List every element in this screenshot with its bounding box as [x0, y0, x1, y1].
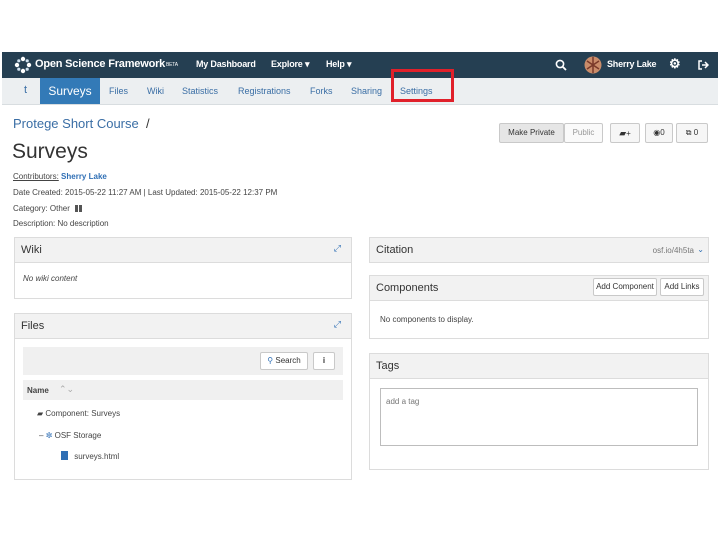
list-item[interactable]: – ✼ OSF Storage [39, 431, 101, 440]
osf-logo-icon[interactable] [14, 56, 32, 74]
citation-panel-header: Citation osf.io/4h5ta ⌄ [370, 238, 708, 262]
files-panel: Files ⤢ ⚲ Search i Name ⌃⌄ ▰ Component: … [14, 313, 352, 480]
brand-name[interactable]: Open Science Framework [35, 58, 165, 70]
tab-registrations[interactable]: Registrations [238, 86, 291, 96]
share-icon: ⧉ [685, 128, 692, 137]
explore-menu[interactable]: Explore ▾ [271, 59, 309, 70]
category-label: Category: Other [13, 204, 70, 213]
tag-input[interactable]: add a tag [380, 388, 698, 446]
search-icon: ⚲ [267, 356, 274, 365]
page-title: Surveys [12, 140, 88, 163]
components-panel-header: Components Add Component Add Links [370, 276, 708, 301]
parent-project-title: Protege Short Course [13, 116, 139, 131]
wiki-content: No wiki content [23, 274, 78, 283]
citation-panel[interactable]: Citation osf.io/4h5ta ⌄ [369, 237, 709, 263]
collapse-icon[interactable]: – [39, 431, 43, 440]
project-home-link[interactable]: t [24, 84, 27, 96]
column-name[interactable]: Name [27, 386, 49, 395]
description-line: Description: No description [13, 219, 109, 228]
chevron-down-icon[interactable]: ⌄ [697, 245, 704, 254]
wiki-panel: Wiki ⤢ No wiki content [14, 237, 352, 299]
components-empty-text: No components to display. [380, 315, 474, 324]
files-toolbar: ⚲ Search i [23, 347, 343, 375]
tab-files[interactable]: Files [109, 86, 128, 96]
tab-forks[interactable]: Forks [310, 86, 333, 96]
watch-count: 0 [660, 128, 665, 137]
public-button[interactable]: Public [564, 123, 603, 143]
tab-surveys[interactable]: Surveys [40, 78, 100, 104]
caret-down-icon: ▾ [304, 59, 310, 69]
contributor-link[interactable]: Sherry Lake [61, 172, 107, 181]
my-dashboard-link[interactable]: My Dashboard [196, 59, 256, 69]
category-icon [75, 205, 83, 212]
citation-panel-title: Citation [376, 244, 414, 256]
contributors-label: Contributors: [13, 172, 59, 181]
make-private-button[interactable]: Make Private [499, 123, 564, 143]
project-subnav: t Surveys Files Wiki Statistics Registra… [2, 78, 718, 105]
components-panel-title: Components [376, 282, 439, 294]
user-name-link[interactable]: Sherry Lake [607, 59, 657, 69]
dates-line: Date Created: 2015-05-22 11:27 AM | Last… [13, 188, 278, 197]
duplicate-button[interactable]: ⧉ 0 [676, 123, 708, 143]
file-row-label: surveys.html [74, 452, 120, 461]
category-line: Category: Other [13, 204, 83, 213]
wiki-panel-header: Wiki ⤢ [15, 238, 351, 263]
search-icon[interactable] [555, 59, 567, 71]
files-panel-title: Files [21, 320, 45, 332]
tag-input-placeholder: add a tag [386, 397, 420, 406]
component-row-label: Component: Surveys [45, 409, 121, 418]
tags-panel-title: Tags [376, 360, 400, 372]
contributors-line: Contributors: Sherry Lake [13, 172, 107, 181]
folder-icon: ▰ [37, 409, 44, 418]
tags-panel: Tags add a tag [369, 353, 709, 470]
help-label: Help [326, 59, 345, 69]
components-panel: Components Add Component Add Links No co… [369, 275, 709, 339]
search-button[interactable]: ⚲ Search [260, 352, 308, 370]
fork-button[interactable]: ▰+ [610, 123, 640, 143]
logout-icon[interactable] [698, 60, 709, 70]
tags-panel-header: Tags [370, 354, 708, 379]
tab-statistics[interactable]: Statistics [182, 86, 218, 96]
settings-highlight-box [391, 69, 454, 102]
add-links-button[interactable]: Add Links [660, 278, 704, 296]
tab-sharing[interactable]: Sharing [351, 86, 382, 96]
caret-down-icon: ▾ [347, 59, 352, 69]
wiki-panel-title: Wiki [21, 244, 42, 256]
avatar[interactable] [584, 56, 602, 74]
expand-icon[interactable]: ⤢ [334, 243, 341, 254]
list-item[interactable]: ▰ Component: Surveys [37, 409, 120, 418]
citation-url: osf.io/4h5ta [652, 246, 694, 255]
expand-icon[interactable]: ⤢ [334, 319, 341, 330]
watch-button[interactable]: ◉0 [645, 123, 673, 143]
tab-wiki[interactable]: Wiki [147, 86, 164, 96]
beta-badge: BETA [166, 62, 178, 68]
list-item[interactable]: surveys.html [61, 451, 119, 461]
top-navbar: Open Science Framework BETA My Dashboard… [2, 52, 718, 78]
gear-icon[interactable]: ⚙ [669, 56, 681, 72]
file-icon [61, 451, 68, 460]
duplicate-count: 0 [693, 128, 699, 137]
osf-storage-icon: ✼ [45, 431, 53, 440]
info-button[interactable]: i [313, 352, 335, 370]
storage-row-label: OSF Storage [54, 431, 102, 440]
breadcrumb-separator: / [146, 116, 150, 131]
add-component-button[interactable]: Add Component [593, 278, 657, 296]
files-panel-header: Files ⤢ [15, 314, 351, 339]
search-label: Search [275, 356, 301, 365]
parent-project-link[interactable]: Protege Short Course [13, 116, 139, 131]
fork-plus: + [626, 129, 631, 138]
file-column-header: Name ⌃⌄ [23, 380, 343, 400]
help-menu[interactable]: Help ▾ [326, 59, 352, 70]
explore-label: Explore [271, 59, 303, 69]
sort-icon[interactable]: ⌃⌄ [59, 384, 74, 395]
